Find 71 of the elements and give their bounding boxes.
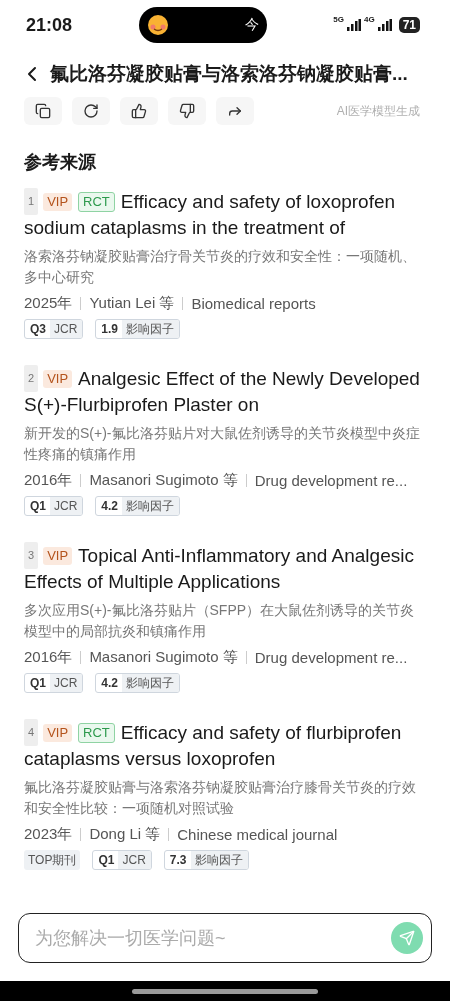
journal-name: Drug development re... — [254, 649, 408, 666]
smiley-icon — [146, 14, 169, 36]
authors: Masanori Sugimoto 等 — [89, 471, 238, 490]
reference-title[interactable]: 2 VIP Analgesic Effect of the Newly Developed S(+)-Flurbiprofen Plaster on — [24, 365, 426, 417]
network-label: 5G — [333, 15, 344, 24]
study-type-tag: RCT — [78, 723, 115, 743]
publication-year: 2025年 — [24, 294, 73, 313]
authors: Yutian Lei 等 — [89, 294, 175, 313]
battery-indicator: 71 — [398, 17, 420, 33]
reference-summary: 氟比洛芬凝胶贴膏与洛索洛芬钠凝胶贴膏治疗膝骨关节炎的疗效和安全性比较：一项随机对照试验 — [24, 778, 417, 818]
section-title: 参考来源 — [23, 151, 97, 174]
ai-disclaimer: AI医学模型生成 — [336, 102, 420, 120]
page-title: 氟比洛芬凝胶贴膏与洛索洛芬钠凝胶贴膏... — [50, 62, 408, 86]
vip-tag: VIP — [43, 370, 73, 388]
metric-label: 影响因子 — [194, 853, 243, 867]
home-indicator[interactable] — [132, 988, 318, 994]
share-button[interactable] — [216, 97, 254, 125]
metric-value: 4.2 — [101, 676, 119, 690]
reference-number: 3 — [24, 542, 39, 569]
vip-tag: VIP — [43, 547, 73, 565]
reference-title[interactable]: 3 VIP Topical Anti-Inflammatory and Analgesic Effects of Multiple Applications — [24, 542, 426, 594]
refresh-button[interactable] — [72, 97, 110, 125]
reference-number: 1 — [24, 188, 39, 215]
reference-title[interactable]: 4 VIP RCT Efficacy and safety of flurbiprofen cataplasms versus loxoprofen — [24, 719, 426, 771]
question-input-field[interactable]: 为您解决一切医学问题~ — [33, 926, 391, 950]
publication-year: 2016年 — [24, 648, 73, 667]
refresh-icon — [83, 103, 99, 119]
reference-summary: 多次应用S(+)-氟比洛芬贴片（SFPP）在大鼠佐剂诱导的关节炎模型中的局部抗炎和镇痛作用 — [24, 601, 416, 641]
vip-tag: VIP — [43, 724, 73, 742]
publication-year: 2016年 — [24, 471, 73, 490]
reference-summary: 洛索洛芬钠凝胶贴膏治疗骨关节炎的疗效和安全性：一项随机、多中心研究 — [24, 247, 417, 287]
vip-tag: VIP — [43, 193, 73, 211]
thumbs-down-icon — [179, 103, 195, 119]
metric-label: 影响因子 — [126, 322, 175, 336]
metric-value: Q1 — [98, 853, 115, 867]
metric-value: 1.9 — [101, 322, 119, 336]
network-label: 4G — [363, 15, 375, 24]
thumbs-up-button[interactable] — [120, 97, 158, 125]
signal-icon — [377, 19, 392, 31]
authors: Dong Li 等 — [89, 825, 161, 844]
metric-label: 影响因子 — [126, 676, 175, 690]
metric-label: JCR — [54, 676, 78, 690]
thumbs-up-icon — [131, 103, 147, 119]
reference-title[interactable]: 1 VIP RCT Efficacy and safety of loxoprofen sodium cataplasms in the treatment of — [24, 188, 426, 240]
reference-number: 2 — [24, 365, 39, 392]
journal-tag: TOP期刊 — [24, 850, 81, 870]
study-type-tag: RCT — [78, 192, 115, 212]
journal-name: Drug development re... — [254, 472, 408, 489]
journal-name: Chinese medical journal — [177, 826, 338, 843]
signal-icon — [346, 19, 361, 31]
journal-name: Biomedical reports — [191, 295, 316, 312]
metric-label: 影响因子 — [126, 499, 175, 513]
metric-value: 4.2 — [101, 499, 119, 513]
clock: 21:08 — [26, 14, 73, 36]
metric-label: JCR — [122, 853, 146, 867]
metric-value: Q1 — [30, 676, 46, 690]
send-icon — [399, 930, 415, 946]
metric-label: JCR — [54, 322, 78, 336]
reference-number: 4 — [24, 719, 39, 746]
copy-icon — [35, 103, 51, 119]
metric-value: Q3 — [30, 322, 46, 336]
thumbs-down-button[interactable] — [168, 97, 206, 125]
metric-value: 7.3 — [169, 853, 187, 867]
question-input-box[interactable]: 为您解决一切医学问题~ — [18, 913, 432, 963]
authors: Masanori Sugimoto 等 — [89, 648, 238, 667]
metric-label: JCR — [54, 499, 78, 513]
copy-button[interactable] — [24, 97, 62, 125]
reference-summary: 新开发的S(+)-氟比洛芬贴片对大鼠佐剂诱导的关节炎模型中炎症性疼痛的镇痛作用 — [24, 424, 421, 464]
island-text: 今 — [244, 16, 259, 34]
publication-year: 2023年 — [24, 825, 73, 844]
metric-value: Q1 — [30, 499, 46, 513]
